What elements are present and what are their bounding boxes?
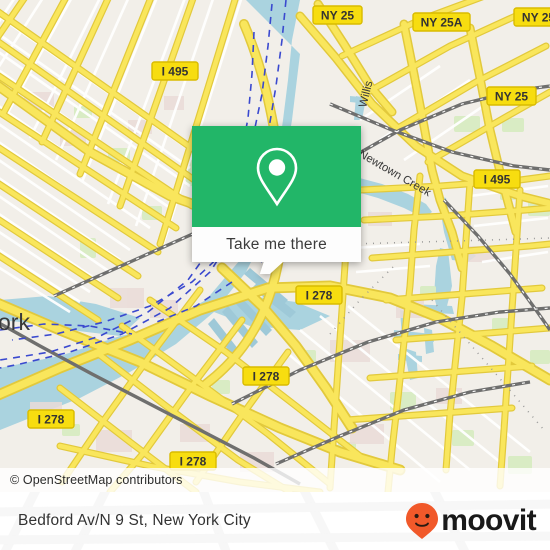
svg-text:I 495: I 495 [484, 173, 511, 187]
svg-text:NY 25: NY 25 [495, 90, 528, 104]
svg-text:I 278: I 278 [253, 370, 280, 384]
take-me-there-label: Take me there [226, 235, 327, 253]
svg-text:I 278: I 278 [180, 455, 207, 469]
shield-i-495-west: I 495 [151, 61, 199, 81]
label-new-york-clipped: ork [0, 309, 30, 335]
map-pin-icon [256, 147, 297, 206]
svg-text:NY 25: NY 25 [522, 11, 550, 25]
shield-ny-25a: NY 25A [412, 12, 471, 32]
moovit-logo[interactable]: moovit [405, 502, 537, 540]
popup-header [192, 126, 361, 227]
moovit-smiley-pin-icon [406, 503, 439, 539]
shield-i-278-b: I 278 [242, 366, 290, 386]
location-title: Bedford Av/N 9 St, New York City [18, 512, 251, 529]
svg-text:NY 25: NY 25 [321, 9, 354, 23]
svg-text:I 495: I 495 [162, 65, 189, 79]
popup-pointer-tail [259, 261, 285, 274]
footer-bar: Bedford Av/N 9 St, New York City moovit [0, 492, 550, 550]
location-popup-card[interactable]: Take me there [192, 126, 361, 274]
shield-ny-25-clipped: NY 25 [513, 7, 550, 27]
popup-action-bar[interactable]: Take me there [192, 227, 361, 262]
shield-ny-25-a: NY 25 [312, 5, 363, 25]
map-canvas[interactable]: NY 25 NY 25A NY 25 I 495 [0, 0, 550, 492]
shield-ny-25-b: NY 25 [486, 86, 537, 106]
svg-text:I 278: I 278 [306, 289, 333, 303]
shield-i-278-c: I 278 [27, 409, 75, 429]
map-attribution-bar: © OpenStreetMap contributors [0, 468, 550, 492]
attribution-text: © OpenStreetMap contributors [10, 473, 183, 487]
shield-i-495-east: I 495 [473, 169, 521, 189]
moovit-wordmark: moovit [441, 504, 536, 537]
shield-i-278-a: I 278 [295, 285, 343, 305]
map-screenshot: NY 25 NY 25A NY 25 I 495 [0, 0, 550, 550]
svg-text:I 278: I 278 [38, 413, 65, 427]
svg-text:NY 25A: NY 25A [421, 16, 463, 30]
